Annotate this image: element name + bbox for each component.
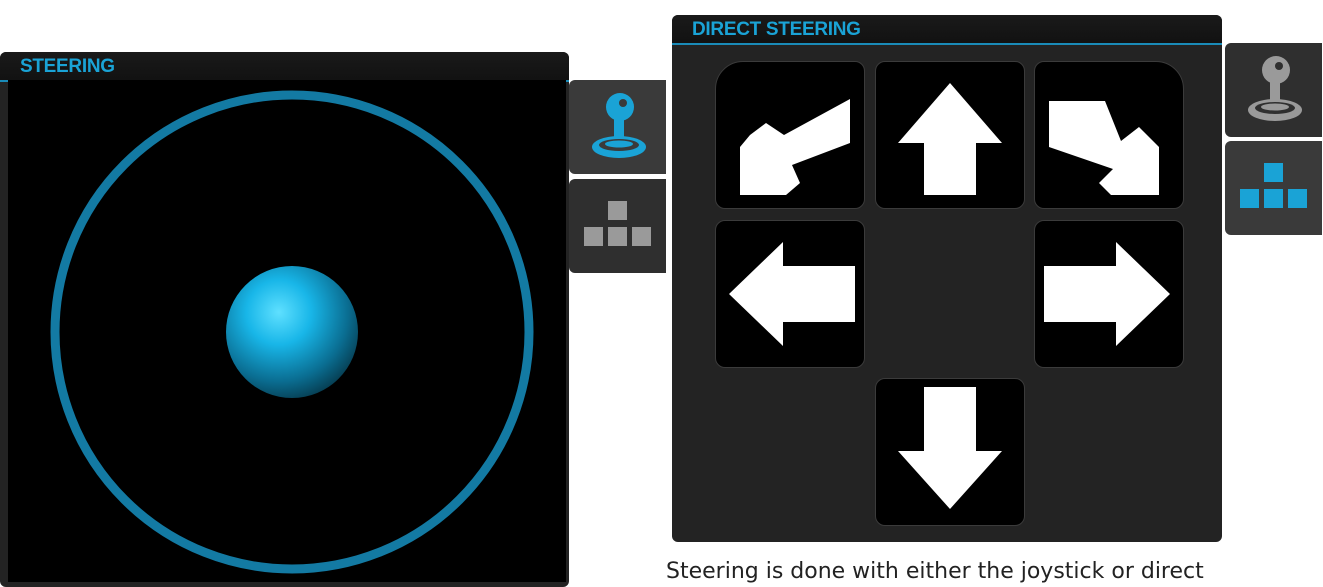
direct-panel-header: DIRECT STEERING — [672, 15, 1222, 45]
steering-panel: STEERING — [0, 52, 569, 587]
joystick-svg — [50, 90, 534, 574]
direct-panel-title: DIRECT STEERING — [692, 19, 861, 40]
joystick-icon — [1247, 56, 1302, 121]
tab-direct-steering[interactable] — [569, 179, 666, 273]
down-button[interactable] — [875, 378, 1025, 526]
left-button[interactable] — [715, 220, 865, 368]
direction-pad-icon — [1239, 163, 1307, 208]
right-button[interactable] — [1034, 220, 1184, 368]
joystick-icon — [591, 93, 646, 158]
direction-pad-icon — [583, 201, 651, 246]
arrow-up-right-icon — [1049, 101, 1159, 195]
up-button[interactable] — [875, 61, 1025, 209]
arrow-down-icon — [898, 387, 1002, 509]
steering-panel-title: STEERING — [20, 56, 115, 77]
tab-direct-steering[interactable] — [1225, 141, 1322, 235]
arrow-up-icon — [898, 83, 1002, 195]
arrow-up-left-icon — [740, 99, 850, 195]
arrow-right-icon — [1044, 242, 1170, 346]
arrow-left-icon — [729, 242, 855, 346]
header-divider — [672, 43, 1222, 45]
tab-joystick[interactable] — [1225, 43, 1322, 137]
caption-text: Steering is done with either the joystic… — [666, 559, 1204, 584]
steering-panel-header: STEERING — [0, 52, 569, 82]
tab-joystick[interactable] — [569, 80, 666, 174]
joystick-area[interactable] — [8, 80, 566, 582]
up-right-button[interactable] — [1034, 61, 1184, 209]
joystick-knob — [226, 266, 358, 398]
up-left-button[interactable] — [715, 61, 865, 209]
